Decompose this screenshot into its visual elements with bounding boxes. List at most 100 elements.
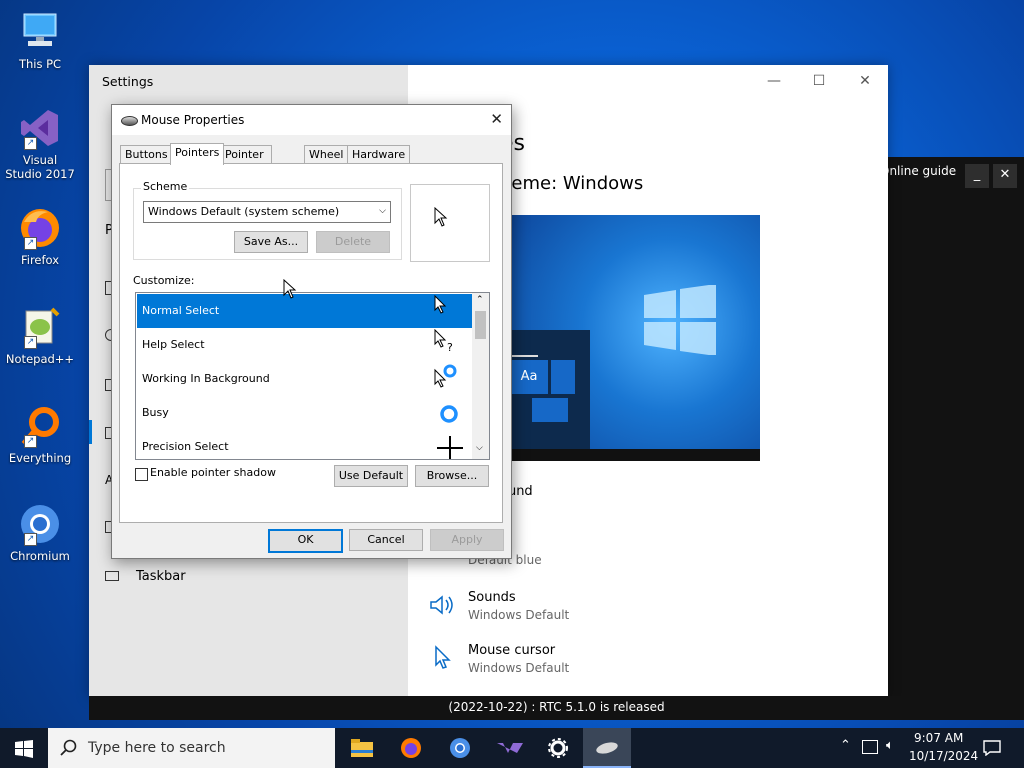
selected-nav-indicator	[89, 420, 92, 444]
list-item[interactable]: Working In Background	[137, 362, 476, 396]
taskbar-icon	[105, 571, 119, 581]
desktop-icon-visual-studio[interactable]: ↗ Visual Studio 2017	[4, 106, 76, 181]
cancel-button[interactable]: Cancel	[349, 529, 423, 551]
desktop-icon-notepad-plus-plus[interactable]: ↗ Notepad++	[4, 305, 76, 366]
sidebar-item-taskbar[interactable]: Taskbar	[136, 569, 186, 584]
list-item[interactable]: Precision Select	[137, 430, 476, 459]
clock-time[interactable]: 9:07 AM	[914, 731, 963, 745]
svg-text:?: ?	[447, 341, 453, 353]
use-default-button[interactable]: Use Default	[334, 465, 408, 487]
preview-window: Aa	[500, 330, 590, 449]
notepad-plus-plus-icon: ↗	[18, 305, 62, 349]
setting-mouse-cursor[interactable]: Mouse cursor Windows Default	[429, 643, 569, 675]
desktop-icon-label: Notepad++	[5, 352, 75, 366]
settings-title: Settings	[102, 74, 154, 89]
chromium-icon: ↗	[18, 502, 62, 546]
chromium-icon[interactable]	[436, 728, 484, 768]
search-box[interactable]: Type here to search	[48, 728, 335, 768]
scheme-group-label: Scheme	[141, 180, 190, 193]
ok-button[interactable]: OK	[268, 529, 343, 553]
tab-pointers[interactable]: Pointers	[170, 143, 225, 165]
notification-icon[interactable]	[983, 740, 1001, 756]
delete-button[interactable]: Delete	[316, 231, 390, 253]
settings-icon[interactable]	[534, 728, 582, 768]
desktop-icon-label: Firefox	[20, 253, 60, 267]
dialog-close-button[interactable]: ✕	[490, 110, 503, 128]
crosshair-cursor-icon	[437, 436, 463, 459]
firefox-icon: ↗	[18, 206, 62, 250]
tab-hardware[interactable]: Hardware	[347, 145, 411, 164]
vs-code-icon[interactable]	[485, 728, 533, 768]
dialog-title: Mouse Properties	[141, 113, 245, 127]
visual-studio-icon: ↗	[18, 106, 62, 150]
online-guide-link[interactable]: Online guide	[880, 164, 956, 178]
cursor-icon	[435, 645, 451, 669]
cursor-preview-box	[410, 184, 490, 262]
tab-wheel[interactable]: Wheel	[304, 145, 349, 164]
chevron-down-icon[interactable]: ⌵	[476, 443, 483, 453]
chevron-up-icon[interactable]: ⌃	[476, 295, 484, 305]
pointer-shadow-checkbox[interactable]	[135, 468, 148, 481]
search-placeholder: Type here to search	[88, 740, 226, 756]
file-explorer-icon[interactable]	[338, 728, 386, 768]
settings-minimize-button[interactable]: —	[759, 73, 789, 89]
apply-button[interactable]: Apply	[430, 529, 504, 551]
search-icon	[60, 739, 77, 756]
news-ticker: (2022-10-22) : RTC 5.1.0 is released	[89, 696, 1024, 720]
theme-preview: Aa	[500, 215, 760, 461]
clock-date[interactable]: 10/17/2024	[909, 749, 978, 763]
desktop-icon-label: This PC	[18, 57, 62, 71]
arrow-cursor-icon	[434, 295, 447, 314]
customize-label: Customize:	[133, 274, 195, 287]
desktop-icon-label: Visual Studio 2017	[5, 153, 75, 181]
firefox-icon[interactable]	[387, 728, 435, 768]
taskbar: Type here to search ⌃ 🔈︎ 9:07 AM 10/17/2…	[0, 728, 1024, 768]
tab-buttons[interactable]: Buttons	[120, 145, 173, 164]
desktop-icon-firefox[interactable]: ↗ Firefox	[4, 206, 76, 267]
scheme-select-value: Windows Default (system scheme)	[148, 205, 340, 218]
desktop-icon-chromium[interactable]: ↗ Chromium	[4, 502, 76, 563]
windows-logo-icon	[644, 285, 716, 355]
working-cursor-icon	[434, 364, 457, 388]
list-item[interactable]: Busy	[137, 396, 476, 430]
list-scrollbar[interactable]: ⌃ ⌵	[472, 293, 489, 459]
tab-pointer-options[interactable]: Pointer Options	[220, 145, 273, 179]
pointer-shadow-label: Enable pointer shadow	[150, 466, 276, 479]
list-item[interactable]: Normal Select	[137, 294, 476, 328]
speaker-icon	[430, 595, 453, 615]
cursor-list[interactable]: Normal Select Help Select ? Working In B…	[135, 292, 490, 460]
settings-close-button[interactable]: ✕	[850, 73, 880, 89]
scheme-select[interactable]: Windows Default (system scheme) ⌵	[143, 201, 391, 223]
current-theme-label: heme: Windows	[500, 173, 644, 194]
overlay-close-button[interactable]: ✕	[993, 164, 1017, 188]
browse-button[interactable]: Browse...	[415, 465, 489, 487]
mouse-properties-dialog: Mouse Properties ✕ Buttons Pointers Poin…	[111, 104, 512, 559]
shortcut-arrow-icon: ↗	[24, 137, 37, 150]
windows-start-icon[interactable]	[15, 740, 33, 758]
mouse-icon[interactable]	[583, 728, 631, 768]
speaker-muted-icon[interactable]: 🔈︎	[886, 738, 894, 753]
shortcut-arrow-icon: ↗	[24, 533, 37, 546]
preview-taskbar	[500, 449, 760, 461]
scrollbar-thumb[interactable]	[475, 311, 486, 339]
shortcut-arrow-icon: ↗	[24, 237, 37, 250]
mouse-pointer-icon	[283, 279, 297, 299]
chevron-up-icon[interactable]: ⌃	[840, 738, 851, 753]
desktop-icon-this-pc[interactable]: This PC	[4, 10, 76, 71]
chevron-down-icon: ⌵	[379, 206, 386, 216]
settings-maximize-button[interactable]: ☐	[804, 73, 834, 89]
help-cursor-icon: ?	[434, 329, 453, 353]
pointers-panel: Scheme Windows Default (system scheme) ⌵…	[119, 163, 503, 523]
desktop-icon-everything[interactable]: ↗ Everything	[4, 404, 76, 465]
list-item[interactable]: Help Select ?	[137, 328, 476, 362]
dialog-titlebar[interactable]: Mouse Properties ✕	[112, 105, 511, 135]
everything-search-icon: ↗	[18, 404, 62, 448]
preview-tile: Aa	[510, 360, 548, 394]
setting-sounds[interactable]: Sounds Windows Default	[429, 590, 569, 622]
save-as-button[interactable]: Save As...	[234, 231, 308, 253]
shortcut-arrow-icon: ↗	[24, 435, 37, 448]
network-icon[interactable]	[862, 740, 878, 754]
overlay-minimize-button[interactable]: _	[965, 164, 989, 188]
mouse-icon	[121, 116, 138, 126]
arrow-cursor-icon	[434, 207, 448, 227]
